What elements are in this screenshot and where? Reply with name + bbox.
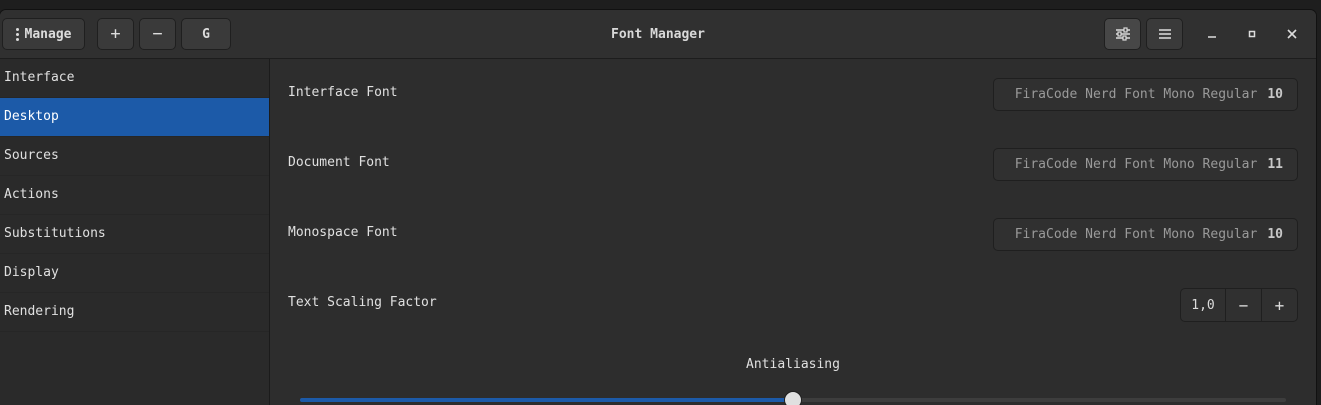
interface-font-label: Interface Font	[288, 85, 398, 100]
plus-icon: +	[1274, 295, 1285, 315]
manage-button[interactable]: Manage	[2, 18, 85, 50]
minimize-button[interactable]	[1200, 22, 1224, 46]
sidebar-item-desktop[interactable]: Desktop	[0, 98, 269, 137]
antialiasing-slider-fill	[300, 398, 793, 402]
sidebar: Interface Desktop Sources Actions Substi…	[0, 59, 270, 405]
desktop-settings-panel: Interface Font FiraCode Nerd Font Mono R…	[270, 59, 1316, 405]
sidebar-item-sources[interactable]: Sources	[0, 137, 269, 176]
document-font-size: 11	[1267, 157, 1283, 172]
main-menu-button[interactable]	[1146, 18, 1183, 50]
document-font-name: FiraCode Nerd Font Mono Regular	[1014, 157, 1258, 172]
remove-button[interactable]: −	[139, 18, 176, 50]
document-font-button[interactable]: FiraCode Nerd Font Mono Regular 11	[993, 148, 1298, 181]
antialiasing-slider-handle[interactable]	[784, 391, 802, 405]
close-icon	[1287, 29, 1297, 39]
text-scaling-label: Text Scaling Factor	[288, 295, 437, 310]
g-label: G	[202, 26, 210, 42]
monospace-font-name: FiraCode Nerd Font Mono Regular	[1014, 227, 1258, 242]
monospace-font-button[interactable]: FiraCode Nerd Font Mono Regular 10	[993, 218, 1298, 251]
antialiasing-title: Antialiasing	[746, 357, 840, 372]
preferences-toggle-button[interactable]	[1104, 18, 1141, 50]
minus-icon: −	[152, 24, 163, 44]
interface-font-size: 10	[1267, 87, 1283, 102]
maximize-button[interactable]	[1240, 22, 1264, 46]
app-window: Manage + − G Font Manager Interface Desk…	[0, 10, 1316, 405]
sidebar-item-rendering[interactable]: Rendering	[0, 293, 269, 332]
increase-scaling-button[interactable]: +	[1261, 289, 1297, 321]
close-button[interactable]	[1280, 22, 1304, 46]
sliders-icon	[1115, 27, 1130, 41]
document-font-label: Document Font	[288, 155, 390, 170]
interface-font-name: FiraCode Nerd Font Mono Regular	[1014, 87, 1258, 102]
interface-font-button[interactable]: FiraCode Nerd Font Mono Regular 10	[993, 78, 1298, 111]
manage-label: Manage	[24, 26, 72, 42]
kebab-menu-icon	[15, 27, 19, 41]
sidebar-item-substitutions[interactable]: Substitutions	[0, 215, 269, 254]
add-button[interactable]: +	[97, 18, 134, 50]
text-scaling-value[interactable]: 1,0	[1181, 289, 1225, 321]
sidebar-item-display[interactable]: Display	[0, 254, 269, 293]
minimize-icon	[1208, 36, 1216, 38]
maximize-icon	[1248, 30, 1256, 38]
minus-icon: −	[1238, 295, 1249, 315]
sidebar-item-interface[interactable]: Interface	[0, 59, 269, 98]
decrease-scaling-button[interactable]: −	[1225, 289, 1261, 321]
hamburger-menu-icon	[1158, 29, 1171, 39]
plus-icon: +	[110, 24, 121, 44]
monospace-font-size: 10	[1267, 227, 1283, 242]
sidebar-item-actions[interactable]: Actions	[0, 176, 269, 215]
antialiasing-slider[interactable]	[300, 391, 1286, 405]
header-bar: Manage + − G Font Manager	[0, 10, 1316, 59]
g-button[interactable]: G	[181, 18, 231, 50]
monospace-font-label: Monospace Font	[288, 225, 398, 240]
text-scaling-spinbutton: 1,0 − +	[1180, 288, 1298, 322]
